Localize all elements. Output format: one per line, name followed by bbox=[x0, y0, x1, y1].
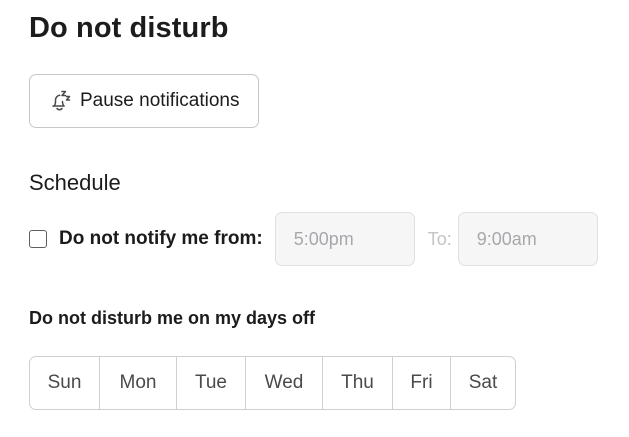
notify-schedule-row: Do not notify me from: 5:00pm To: 9:00am bbox=[29, 212, 598, 266]
to-time-select[interactable]: 9:00am bbox=[457, 212, 598, 266]
days-off-heading: Do not disturb me on my days off bbox=[29, 308, 316, 328]
day-fri-button[interactable]: Fri bbox=[393, 357, 451, 409]
pause-notifications-button[interactable]: Pause notifications bbox=[29, 74, 259, 128]
day-mon-button[interactable]: Mon bbox=[100, 357, 177, 409]
bell-snooze-icon bbox=[48, 89, 72, 113]
schedule-heading: Schedule bbox=[29, 170, 121, 195]
pause-notifications-label: Pause notifications bbox=[80, 90, 240, 111]
day-sat-button[interactable]: Sat bbox=[451, 357, 515, 409]
from-time-select[interactable]: 5:00pm bbox=[274, 212, 415, 266]
day-tue-button[interactable]: Tue bbox=[177, 357, 246, 409]
notify-schedule-checkbox[interactable] bbox=[29, 230, 47, 248]
day-thu-button[interactable]: Thu bbox=[323, 357, 393, 409]
notify-schedule-label: Do not notify me from: bbox=[59, 228, 263, 249]
day-sun-button[interactable]: Sun bbox=[30, 357, 100, 409]
days-off-selector: Sun Mon Tue Wed Thu Fri Sat bbox=[29, 356, 516, 410]
day-wed-button[interactable]: Wed bbox=[246, 357, 323, 409]
to-label: To: bbox=[427, 228, 452, 249]
page-title: Do not disturb bbox=[29, 12, 229, 44]
